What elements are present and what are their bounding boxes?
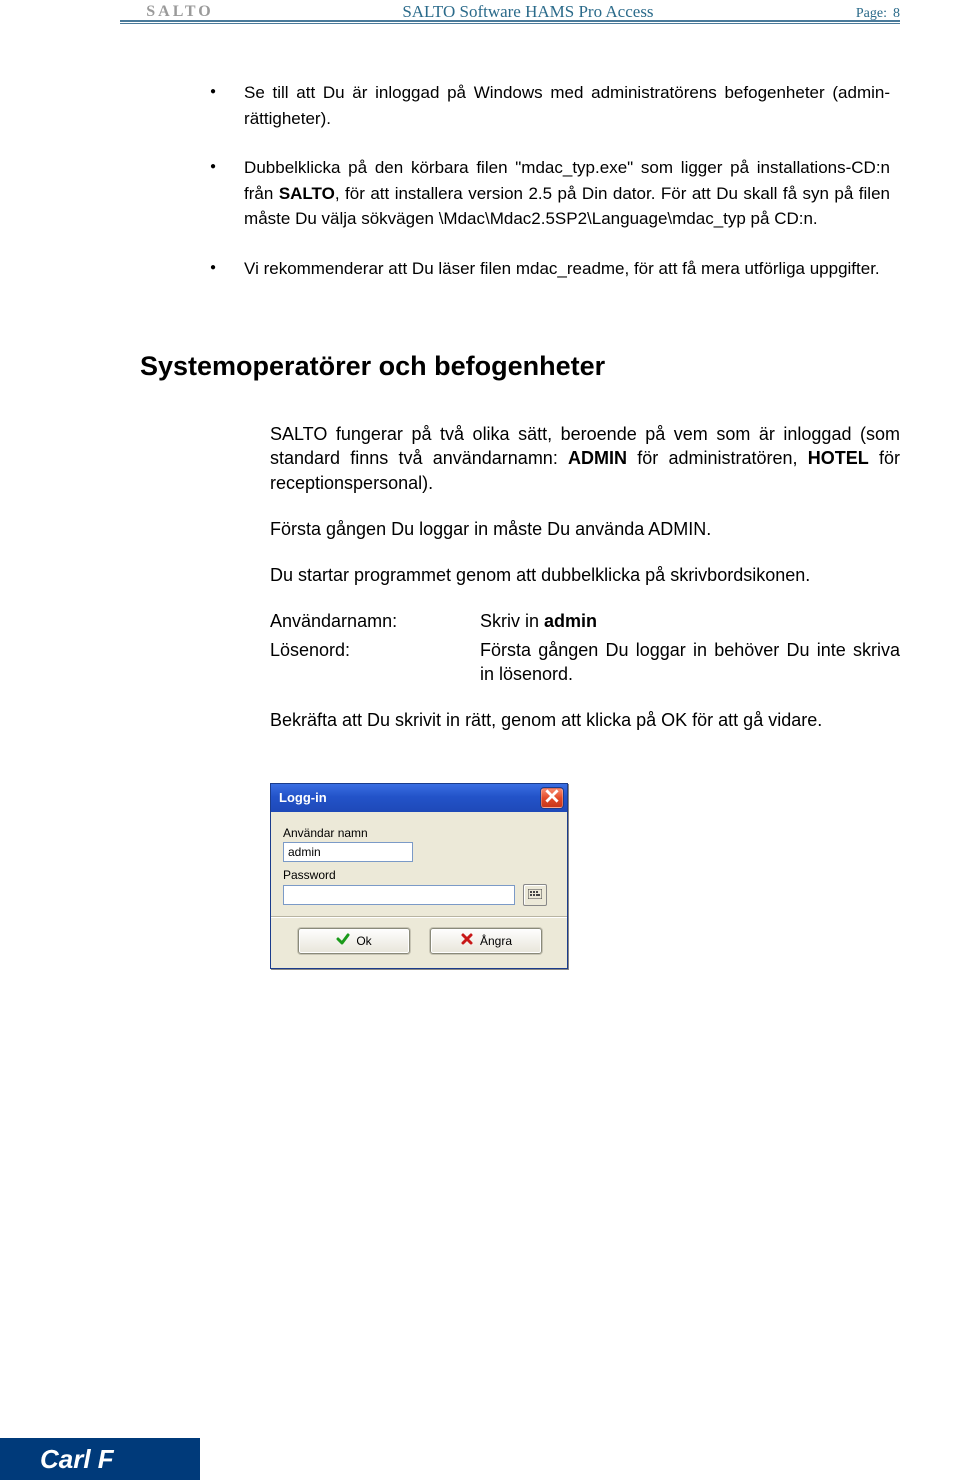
ok-label: Ok (356, 934, 371, 948)
bullet-icon: ● (210, 80, 216, 131)
label-password: Lösenord: (270, 638, 480, 687)
dialog-title: Logg-in (279, 790, 327, 805)
header-rule (120, 20, 900, 24)
bullet-text: Dubbelklicka på den körbara filen "mdac_… (244, 155, 890, 232)
bullet-icon: ● (210, 256, 216, 282)
brand-text: Carl F (40, 1444, 114, 1475)
login-dialog: Logg-in Användar namn Password (270, 783, 568, 969)
credential-row-username: Användarnamn: Skriv in admin (270, 609, 900, 633)
username-input[interactable] (283, 842, 413, 862)
password-label: Password (283, 868, 557, 882)
paragraph: Du startar programmet genom att dubbelkl… (270, 563, 900, 587)
label-username: Användarnamn: (270, 609, 480, 633)
cancel-label: Ångra (480, 934, 512, 948)
dialog-titlebar: Logg-in (271, 784, 567, 812)
doc-title: SALTO Software HAMS Pro Access (200, 2, 856, 22)
bullet-text: Vi rekommenderar att Du läser filen mdac… (244, 256, 890, 282)
value-username: Skriv in admin (480, 609, 900, 633)
list-item: ● Dubbelklicka på den körbara filen "mda… (210, 155, 890, 232)
paragraph: Bekräfta att Du skrivit in rätt, genom a… (270, 708, 900, 732)
separator (271, 916, 567, 918)
virtual-keyboard-button[interactable] (523, 884, 547, 906)
section-heading: Systemoperatörer och befogenheter (140, 351, 900, 382)
value-password: Första gången Du loggar in behöver Du in… (480, 638, 900, 687)
close-button[interactable] (541, 788, 563, 808)
bullet-icon: ● (210, 155, 216, 232)
footer-brand: Carl F (0, 1438, 200, 1480)
x-icon (460, 932, 474, 949)
list-item: ● Vi rekommenderar att Du läser filen md… (210, 256, 890, 282)
username-label: Användar namn (283, 826, 557, 840)
paragraph: SALTO fungerar på två olika sätt, beroen… (270, 422, 900, 495)
check-icon (336, 932, 350, 949)
keyboard-icon (528, 888, 542, 902)
password-input[interactable] (283, 885, 515, 905)
credential-row-password: Lösenord: Första gången Du loggar in beh… (270, 638, 900, 687)
bullet-list: ● Se till att Du är inloggad på Windows … (210, 80, 890, 281)
cancel-button[interactable]: Ångra (430, 928, 542, 954)
paragraph: Första gången Du loggar in måste Du anvä… (270, 517, 900, 541)
bullet-text: Se till att Du är inloggad på Windows me… (244, 80, 890, 131)
close-icon (545, 789, 559, 806)
ok-button[interactable]: Ok (298, 928, 410, 954)
list-item: ● Se till att Du är inloggad på Windows … (210, 80, 890, 131)
